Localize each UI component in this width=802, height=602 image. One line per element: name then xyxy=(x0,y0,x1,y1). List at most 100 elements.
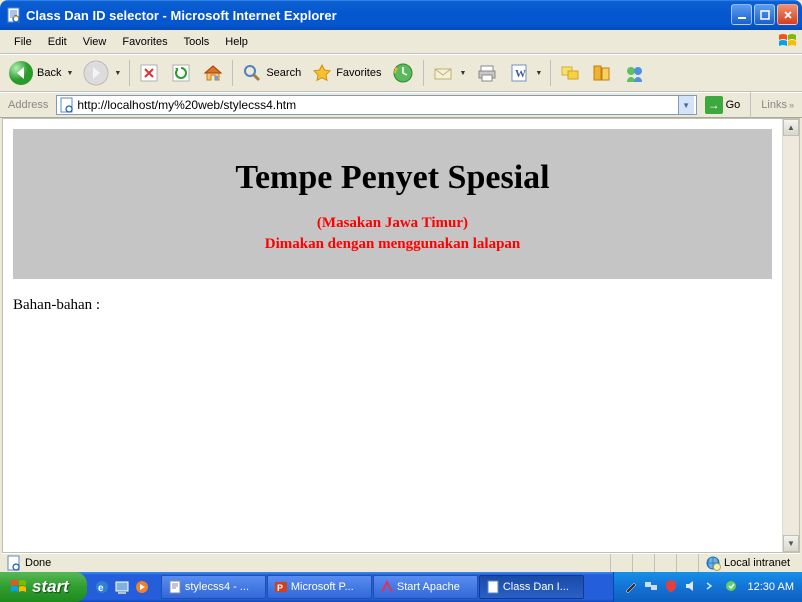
security-zone[interactable]: Local intranet xyxy=(698,554,796,572)
scroll-down-arrow[interactable]: ▼ xyxy=(783,535,799,552)
dropdown-arrow-icon: ▼ xyxy=(114,70,121,77)
go-label: Go xyxy=(726,99,741,111)
svg-text:W: W xyxy=(515,68,526,80)
svg-text:e: e xyxy=(98,583,104,594)
shield-tray-icon[interactable] xyxy=(664,579,680,595)
search-button[interactable]: Search xyxy=(237,58,305,88)
page-section-label: Bahan-bahan : xyxy=(13,297,772,314)
address-input-wrap[interactable]: ▼ xyxy=(56,95,696,115)
windows-flag-icon xyxy=(10,579,28,595)
page-header-box: Tempe Penyet Spesial (Masakan Jawa Timur… xyxy=(13,129,772,279)
toolbar-separator xyxy=(129,60,130,86)
volume-tray-icon[interactable] xyxy=(684,579,700,595)
task-apache[interactable]: Start Apache xyxy=(373,575,478,599)
edit-button[interactable]: W ▼ xyxy=(504,58,546,88)
quick-launch: e xyxy=(87,578,157,596)
task-label: Start Apache xyxy=(397,581,460,593)
intranet-icon xyxy=(705,555,721,571)
dropdown-arrow-icon: ▼ xyxy=(535,70,542,77)
maximize-button[interactable] xyxy=(754,4,775,25)
links-button[interactable]: Links » xyxy=(757,99,798,111)
task-powerpoint[interactable]: P Microsoft P... xyxy=(267,575,372,599)
task-label: Microsoft P... xyxy=(291,581,354,593)
toolbar-separator xyxy=(232,60,233,86)
go-button[interactable]: → Go xyxy=(701,95,745,115)
page-icon xyxy=(59,97,75,113)
print-button[interactable] xyxy=(472,58,502,88)
status-text: Done xyxy=(25,557,51,569)
zone-label: Local intranet xyxy=(724,557,790,569)
system-tray: 12:30 AM xyxy=(613,572,802,602)
ie-page-icon xyxy=(6,7,22,23)
status-cell xyxy=(654,554,676,572)
menu-file[interactable]: File xyxy=(6,33,40,51)
status-cell xyxy=(676,554,698,572)
media-player-icon[interactable] xyxy=(133,578,151,596)
address-bar: Address ▼ → Go Links » xyxy=(0,92,802,118)
mail-button[interactable]: ▼ xyxy=(428,58,470,88)
task-buttons: stylecss4 - ... P Microsoft P... Start A… xyxy=(157,575,613,599)
menu-favorites[interactable]: Favorites xyxy=(114,33,175,51)
start-button[interactable]: start xyxy=(0,572,87,602)
address-input[interactable] xyxy=(77,98,677,112)
history-button[interactable] xyxy=(387,58,419,88)
desktop-icon[interactable] xyxy=(113,578,131,596)
window-title: Class Dan ID selector - Microsoft Intern… xyxy=(26,8,337,23)
browser-viewport: Tempe Penyet Spesial (Masakan Jawa Timur… xyxy=(2,118,800,553)
task-label: Class Dan I... xyxy=(503,581,569,593)
dropdown-arrow-icon: ▼ xyxy=(66,70,73,77)
search-label: Search xyxy=(266,67,301,79)
close-button[interactable] xyxy=(777,4,798,25)
messenger-button[interactable] xyxy=(619,58,649,88)
menu-tools[interactable]: Tools xyxy=(176,33,218,51)
page-heading: Tempe Penyet Spesial xyxy=(23,159,762,197)
pen-tray-icon[interactable] xyxy=(624,579,640,595)
toolbar-separator xyxy=(423,60,424,86)
toolbar-separator xyxy=(550,60,551,86)
taskbar: start e stylecss4 - ... P Microsoft P...… xyxy=(0,572,802,602)
navigation-toolbar: Back ▼ ▼ Search Favorites ▼ W ▼ xyxy=(0,54,802,92)
favorites-button[interactable]: Favorites xyxy=(307,58,385,88)
svg-text:P: P xyxy=(277,583,283,593)
scroll-up-arrow[interactable]: ▲ xyxy=(783,119,799,136)
refresh-button[interactable] xyxy=(166,58,196,88)
task-ie-active[interactable]: Class Dan I... xyxy=(479,575,584,599)
page-content: Tempe Penyet Spesial (Masakan Jawa Timur… xyxy=(3,119,782,552)
go-icon: → xyxy=(705,96,723,114)
usb-tray-icon[interactable] xyxy=(724,579,740,595)
back-button[interactable]: Back ▼ xyxy=(4,58,77,88)
menu-bar: File Edit View Favorites Tools Help xyxy=(0,30,802,54)
dropdown-arrow-icon: ▼ xyxy=(459,70,466,77)
task-label: stylecss4 - ... xyxy=(185,581,249,593)
status-cell xyxy=(632,554,654,572)
menu-edit[interactable]: Edit xyxy=(40,33,75,51)
minimize-button[interactable] xyxy=(731,4,752,25)
network-tray-icon[interactable] xyxy=(644,579,660,595)
scroll-track[interactable] xyxy=(783,136,799,535)
links-label: Links xyxy=(761,99,787,111)
address-label: Address xyxy=(4,99,52,111)
task-notepad[interactable]: stylecss4 - ... xyxy=(161,575,266,599)
ie-icon[interactable]: e xyxy=(93,578,111,596)
vertical-scrollbar[interactable]: ▲ ▼ xyxy=(782,119,799,552)
menu-help[interactable]: Help xyxy=(217,33,256,51)
menu-view[interactable]: View xyxy=(75,33,115,51)
taskbar-clock[interactable]: 12:30 AM xyxy=(744,581,794,593)
page-subtitle-1: (Masakan Jawa Timur) xyxy=(23,213,762,234)
done-page-icon xyxy=(6,555,22,571)
favorites-label: Favorites xyxy=(336,67,381,79)
toolbar-separator xyxy=(750,92,751,118)
home-button[interactable] xyxy=(198,58,228,88)
page-subtitle-2: Dimakan dengan menggunakan lalapan xyxy=(23,234,762,255)
stop-button[interactable] xyxy=(134,58,164,88)
chevron-tray-icon[interactable] xyxy=(704,579,720,595)
start-label: start xyxy=(32,577,69,597)
forward-button[interactable]: ▼ xyxy=(79,58,125,88)
address-dropdown[interactable]: ▼ xyxy=(678,96,694,114)
windows-logo-icon xyxy=(778,32,798,50)
discuss-button[interactable] xyxy=(555,58,585,88)
status-bar: Done Local intranet xyxy=(2,553,800,572)
research-button[interactable] xyxy=(587,58,617,88)
status-cell xyxy=(610,554,632,572)
back-label: Back xyxy=(37,67,61,79)
